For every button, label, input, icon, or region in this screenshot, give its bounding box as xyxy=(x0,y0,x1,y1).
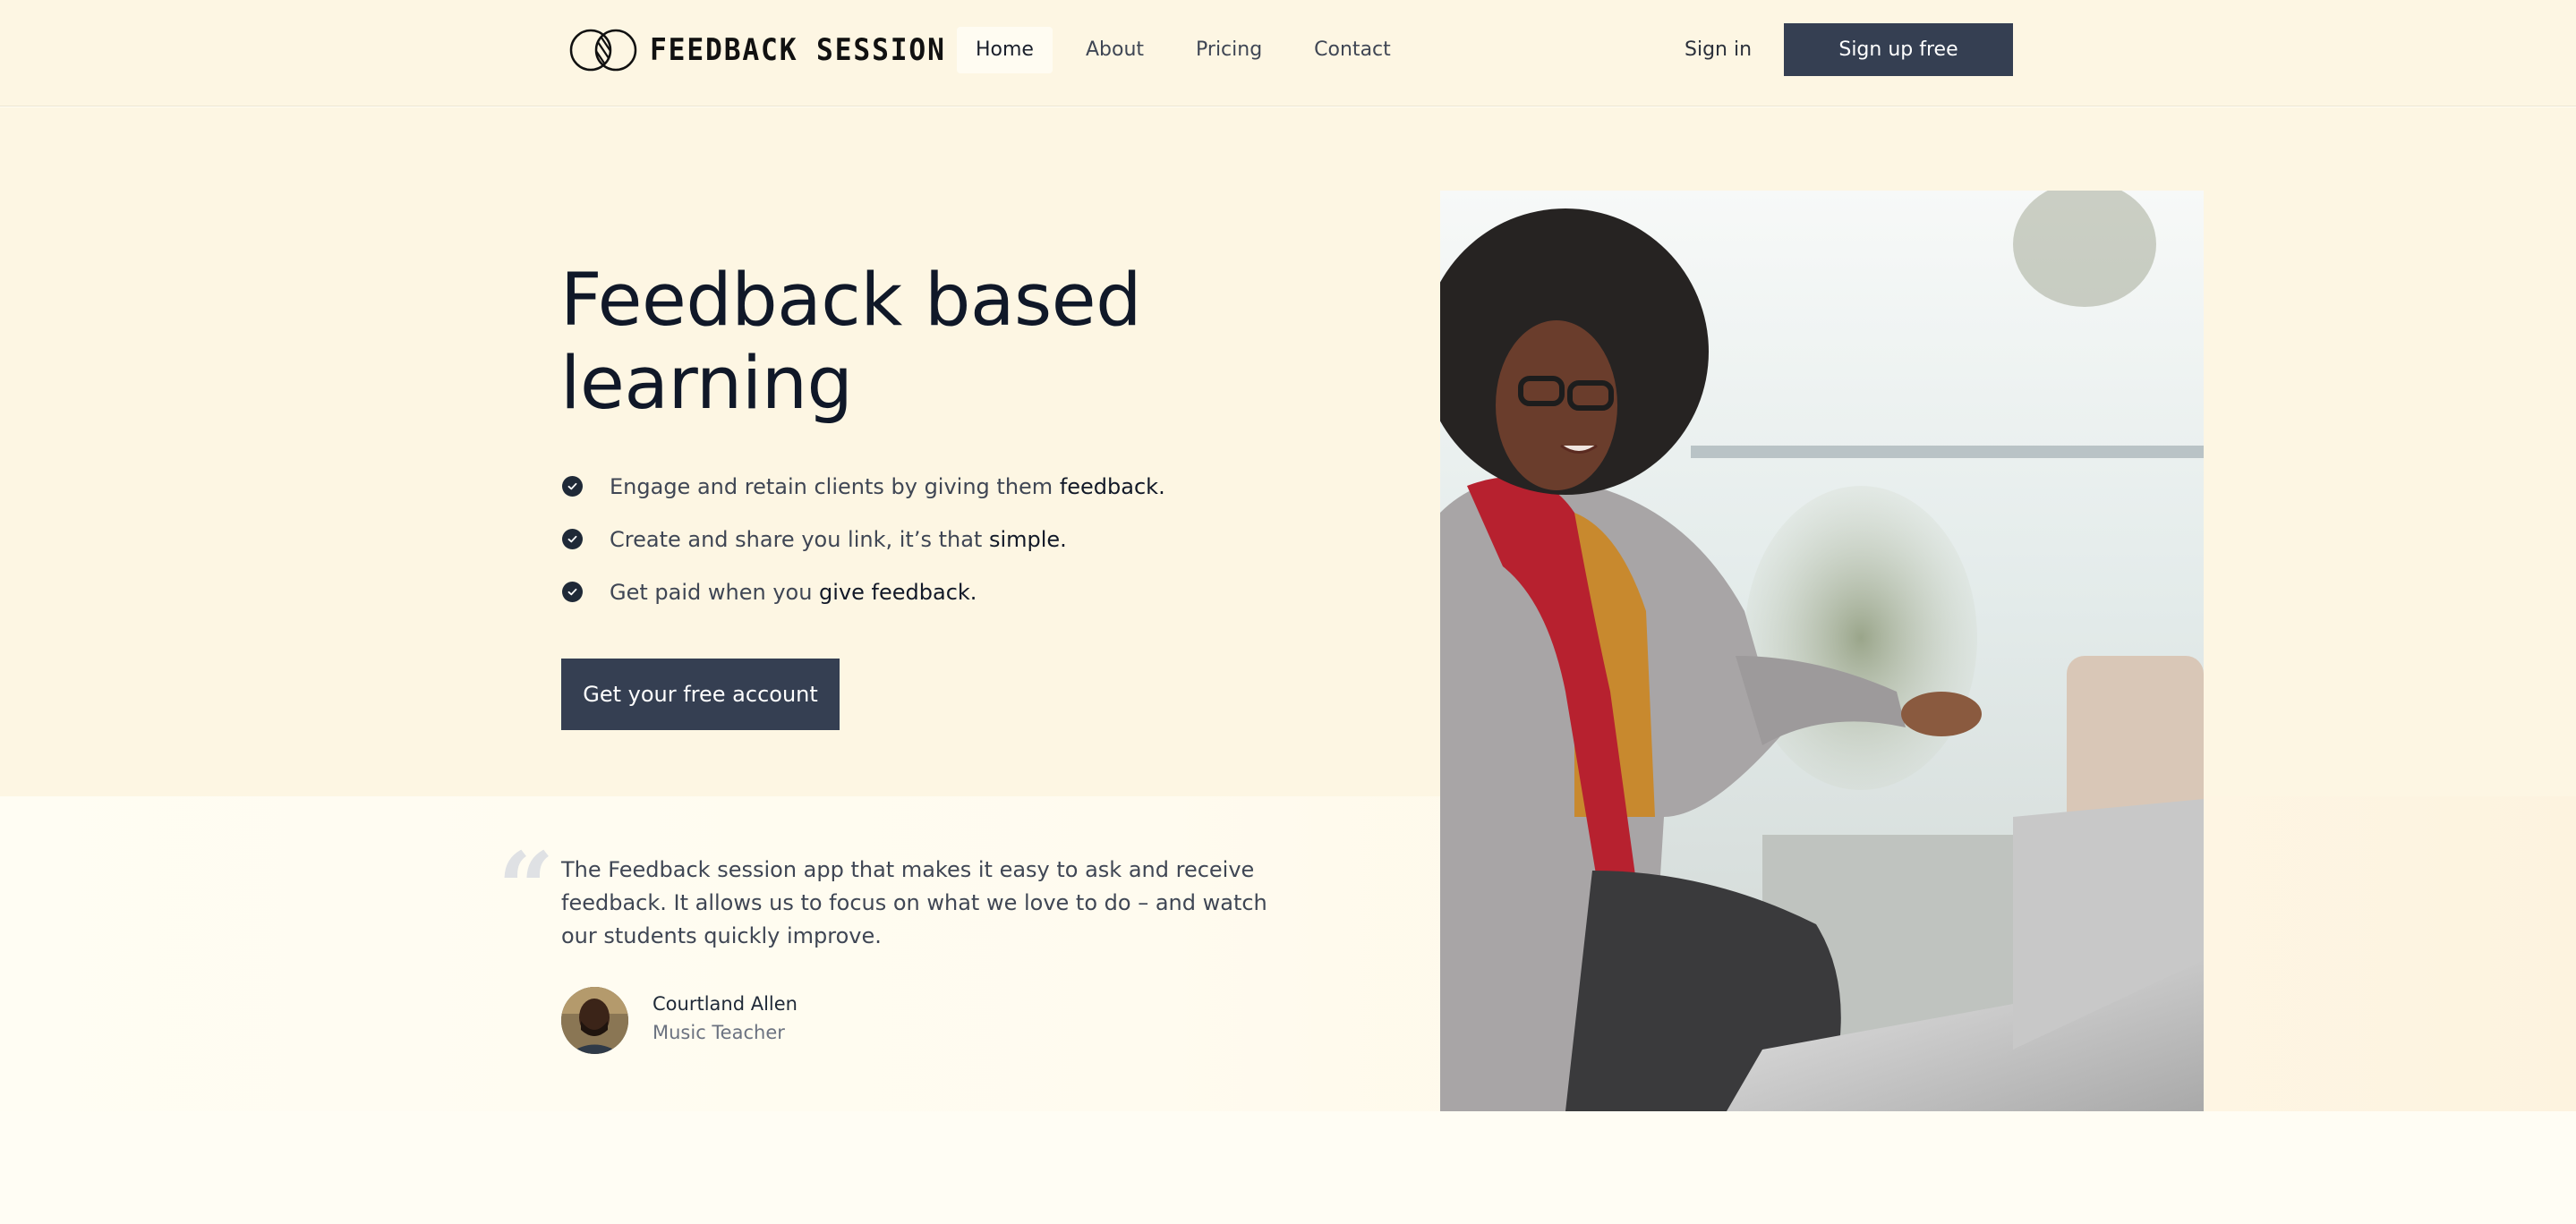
author-role: Music Teacher xyxy=(653,1022,785,1043)
feature-text: Get paid when you give feedback. xyxy=(610,579,977,605)
nav-about[interactable]: About xyxy=(1067,27,1163,73)
logo[interactable]: FEEDBACK SESSION xyxy=(569,25,972,75)
logo-icon xyxy=(569,29,637,72)
quote-mark-icon: “ xyxy=(498,830,555,946)
feature-emphasis: simple. xyxy=(988,526,1067,552)
nav-pricing[interactable]: Pricing xyxy=(1177,27,1281,73)
feature-emphasis: feedback. xyxy=(1059,473,1165,499)
check-circle-icon xyxy=(562,529,583,549)
feature-item: Get paid when you give feedback. xyxy=(562,565,1165,618)
logo-text: FEEDBACK SESSION xyxy=(650,32,946,68)
feature-text: Engage and retain clients by giving them… xyxy=(610,473,1165,499)
author-name: Courtland Allen xyxy=(653,993,798,1015)
site-header: FEEDBACK SESSION Home About Pricing Cont… xyxy=(0,0,2576,106)
feature-text: Create and share you link, it’s that sim… xyxy=(610,526,1067,552)
check-circle-icon xyxy=(562,476,583,497)
hero-image xyxy=(1440,191,2204,1111)
main-nav: Home About Pricing Contact xyxy=(957,27,1410,73)
feature-item: Engage and retain clients by giving them… xyxy=(562,460,1165,513)
nav-home[interactable]: Home xyxy=(957,27,1053,73)
feature-list: Engage and retain clients by giving them… xyxy=(562,460,1165,618)
feature-item: Create and share you link, it’s that sim… xyxy=(562,513,1165,565)
testimonial-quote: The Feedback session app that makes it e… xyxy=(561,857,1267,948)
get-free-account-button[interactable]: Get your free account xyxy=(561,659,840,730)
sign-up-button[interactable]: Sign up free xyxy=(1784,23,2013,76)
nav-contact[interactable]: Contact xyxy=(1295,27,1410,73)
check-circle-icon xyxy=(562,582,583,602)
feature-emphasis: give feedback. xyxy=(819,579,977,605)
sign-in-link[interactable]: Sign in xyxy=(1663,27,1773,73)
hero-title: Feedback based learning xyxy=(560,259,1142,426)
avatar xyxy=(561,987,628,1054)
